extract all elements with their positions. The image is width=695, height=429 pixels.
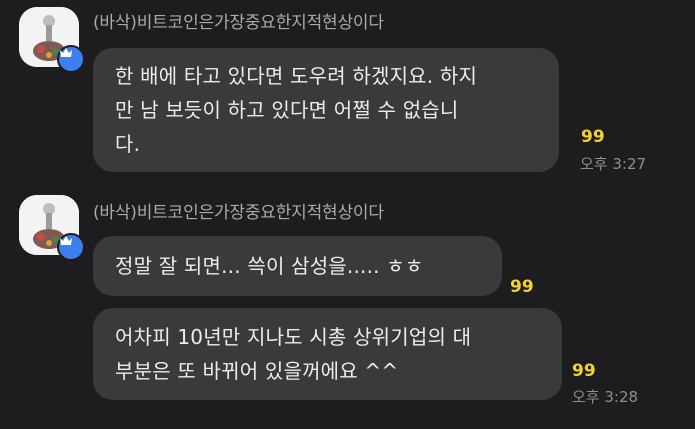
unread-count: 99 — [581, 127, 605, 147]
sender-name: (바삭)비트코인은가장중요한지적현상이다 — [93, 203, 384, 223]
unread-count: 99 — [510, 277, 534, 297]
message-bubble[interactable]: 정말 잘 되면... 쓱이 삼성을..... ㅎㅎ — [93, 236, 502, 296]
message-time: 오후 3:28 — [572, 388, 639, 406]
crown-icon — [57, 45, 85, 73]
message-text-line: 만 남 보듯이 하고 있다면 어쩔 수 없습니 — [115, 98, 459, 122]
message-text-line: 어차피 10년만 지나도 시총 상위기업의 대 — [115, 325, 472, 349]
avatar[interactable] — [19, 195, 85, 261]
unread-count: 99 — [572, 361, 596, 381]
message-bubble[interactable]: 어차피 10년만 지나도 시총 상위기업의 대 부분은 또 바뀌어 있을꺼에요 … — [93, 308, 562, 400]
message-bubble[interactable]: 한 배에 타고 있다면 도우려 하겠지요. 하지 만 남 보듯이 하고 있다면 … — [93, 48, 559, 172]
message-text-line: 정말 잘 되면... 쓱이 삼성을..... ㅎㅎ — [115, 254, 424, 278]
message-text-line: 한 배에 타고 있다면 도우려 하겠지요. 하지 — [115, 64, 478, 88]
crown-icon — [57, 233, 85, 261]
sender-name: (바삭)비트코인은가장중요한지적현상이다 — [93, 13, 384, 33]
avatar[interactable] — [19, 7, 85, 73]
message-text-line: 부분은 또 바뀌어 있을꺼에요 ^^ — [115, 359, 399, 383]
message-time: 오후 3:27 — [580, 155, 647, 173]
message-text-line: 다. — [115, 132, 141, 156]
